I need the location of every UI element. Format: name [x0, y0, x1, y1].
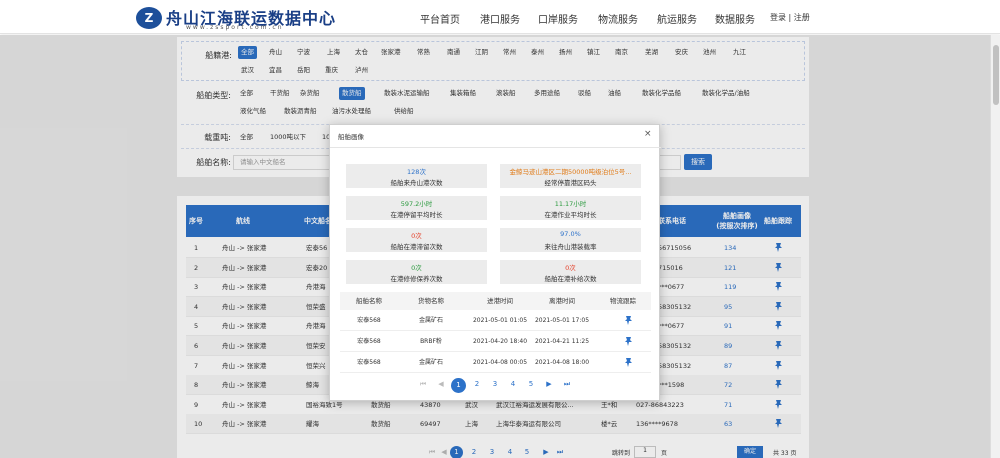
stat-label: 在港停留平均时长 — [390, 211, 443, 219]
page-scrollbar[interactable] — [990, 35, 1000, 458]
page-1[interactable]: 1 — [451, 378, 466, 393]
page-2[interactable]: 2 — [472, 378, 482, 390]
mrow-ship: 宏泰568 — [357, 359, 381, 366]
mrow-cargo: 金属矿石 — [418, 359, 443, 366]
logo-icon[interactable]: Z — [136, 7, 162, 29]
stat-label: 船舶来舟山港次数 — [390, 179, 443, 187]
next-page-icon[interactable]: ▶ — [544, 378, 554, 390]
mcol-out: 离港时间 — [549, 297, 575, 305]
page-5[interactable]: 5 — [526, 378, 536, 390]
nav-home[interactable]: 平台首页 — [420, 11, 460, 26]
mcol-ship: 船舶名称 — [356, 297, 382, 305]
stat-card: 0次船舶在港滞留次数 — [346, 228, 487, 252]
stat-label: 在港作业平均时长 — [544, 211, 597, 219]
stat-value: 0次 — [565, 264, 576, 272]
modal-pagination: ⏮ ◀ 1 2 3 4 5 ▶ ⏭ — [330, 378, 661, 393]
last-page-icon[interactable]: ⏭ — [562, 378, 572, 390]
mcol-track: 物流跟踪 — [610, 297, 636, 305]
stat-card: 0次在港修修保养次数 — [346, 260, 487, 284]
page-4[interactable]: 4 — [508, 378, 518, 390]
stat-label: 船舶在港补给次数 — [544, 275, 597, 283]
nav-shipping-service[interactable]: 航运服务 — [657, 11, 697, 26]
modal-divider — [330, 147, 661, 148]
stat-card: 128次船舶来舟山港次数 — [346, 164, 487, 188]
modal-title: 船舶画像 — [338, 133, 364, 141]
track-pin-icon[interactable] — [624, 336, 634, 347]
mrow-cargo: BRBF粉 — [420, 338, 442, 345]
track-pin-icon[interactable] — [624, 357, 634, 368]
ship-portrait-modal: 船舶画像 × 128次 船舶来舟山港次数 金鲸马迹山港区二期50000吨级泊位5号.… — [329, 124, 661, 401]
stat-value: 597.2小时 — [400, 200, 433, 208]
page-3[interactable]: 3 — [490, 378, 500, 390]
stat-label: 经常停靠港区码头 — [544, 179, 597, 187]
mrow-out: 2021-04-08 18:00 — [534, 359, 590, 366]
stat-value: 0次 — [411, 232, 422, 240]
mcol-cargo: 货物名称 — [418, 297, 444, 305]
stat-value: 128次 — [407, 168, 426, 176]
mrow-in: 2021-05-01 01:05 — [472, 317, 528, 324]
stat-card: 0次船舶在港补给次数 — [500, 260, 641, 284]
close-icon[interactable]: × — [644, 129, 652, 139]
mrow-cargo: 金属矿石 — [418, 317, 443, 324]
stat-label: 在港修修保养次数 — [390, 275, 443, 283]
mrow-ship: 宏泰568 — [357, 338, 381, 345]
stat-value: 金鲸马迹山港区二期50000吨级泊位5号... — [509, 168, 632, 176]
modal-table-row[interactable]: 宏泰568 金属矿石 2021-04-08 00:05 2021-04-08 18:0… — [340, 352, 651, 373]
site-url: www.zssport.com.cn — [186, 24, 284, 31]
modal-table-row[interactable]: 宏泰568 金属矿石 2021-05-01 01:05 2021-05-01 17:0… — [340, 310, 651, 331]
modal-table-row[interactable]: 宏泰568 BRBF粉 2021-04-20 18:40 2021-04-21 11:… — [340, 331, 651, 352]
nav-data-service[interactable]: 数据服务 — [715, 11, 755, 26]
stat-value: 97.0% — [560, 230, 581, 238]
nav-logistics-service[interactable]: 物流服务 — [598, 11, 638, 26]
first-page-icon[interactable]: ⏮ — [418, 378, 428, 390]
modal-table-header: 船舶名称 货物名称 进港时间 离港时间 物流跟踪 — [340, 292, 651, 310]
mrow-out: 2021-04-21 11:25 — [534, 338, 590, 345]
top-header: Z 舟山江海联运数据中心 www.zssport.com.cn 平台首页 港口服… — [0, 0, 1000, 34]
stat-value: 11.17小时 — [554, 200, 587, 208]
stat-card: 11.17小时在港作业平均时长 — [500, 196, 641, 220]
mrow-ship: 宏泰568 — [357, 317, 381, 324]
stat-label: 船舶在港滞留次数 — [390, 243, 443, 251]
mrow-out: 2021-05-01 17:05 — [534, 317, 590, 324]
nav-port-service[interactable]: 港口服务 — [480, 11, 520, 26]
mcol-in: 进港时间 — [487, 297, 513, 305]
stat-card: 97.0% 来往舟山港装载率 — [500, 228, 641, 252]
stat-card: 597.2小时在港停留平均时长 — [346, 196, 487, 220]
track-pin-icon[interactable] — [624, 315, 634, 326]
mrow-in: 2021-04-20 18:40 — [472, 338, 528, 345]
stat-card: 金鲸马迹山港区二期50000吨级泊位5号... 经常停靠港区码头 — [500, 164, 641, 188]
nav-customs-service[interactable]: 口岸服务 — [538, 11, 578, 26]
login-register-link[interactable]: 登录 | 注册 — [770, 12, 810, 23]
mrow-in: 2021-04-08 00:05 — [472, 359, 528, 366]
prev-page-icon[interactable]: ◀ — [436, 378, 446, 390]
stat-value: 0次 — [411, 264, 422, 272]
scrollbar-thumb[interactable] — [993, 45, 999, 105]
stat-label: 来往舟山港装载率 — [544, 243, 597, 251]
